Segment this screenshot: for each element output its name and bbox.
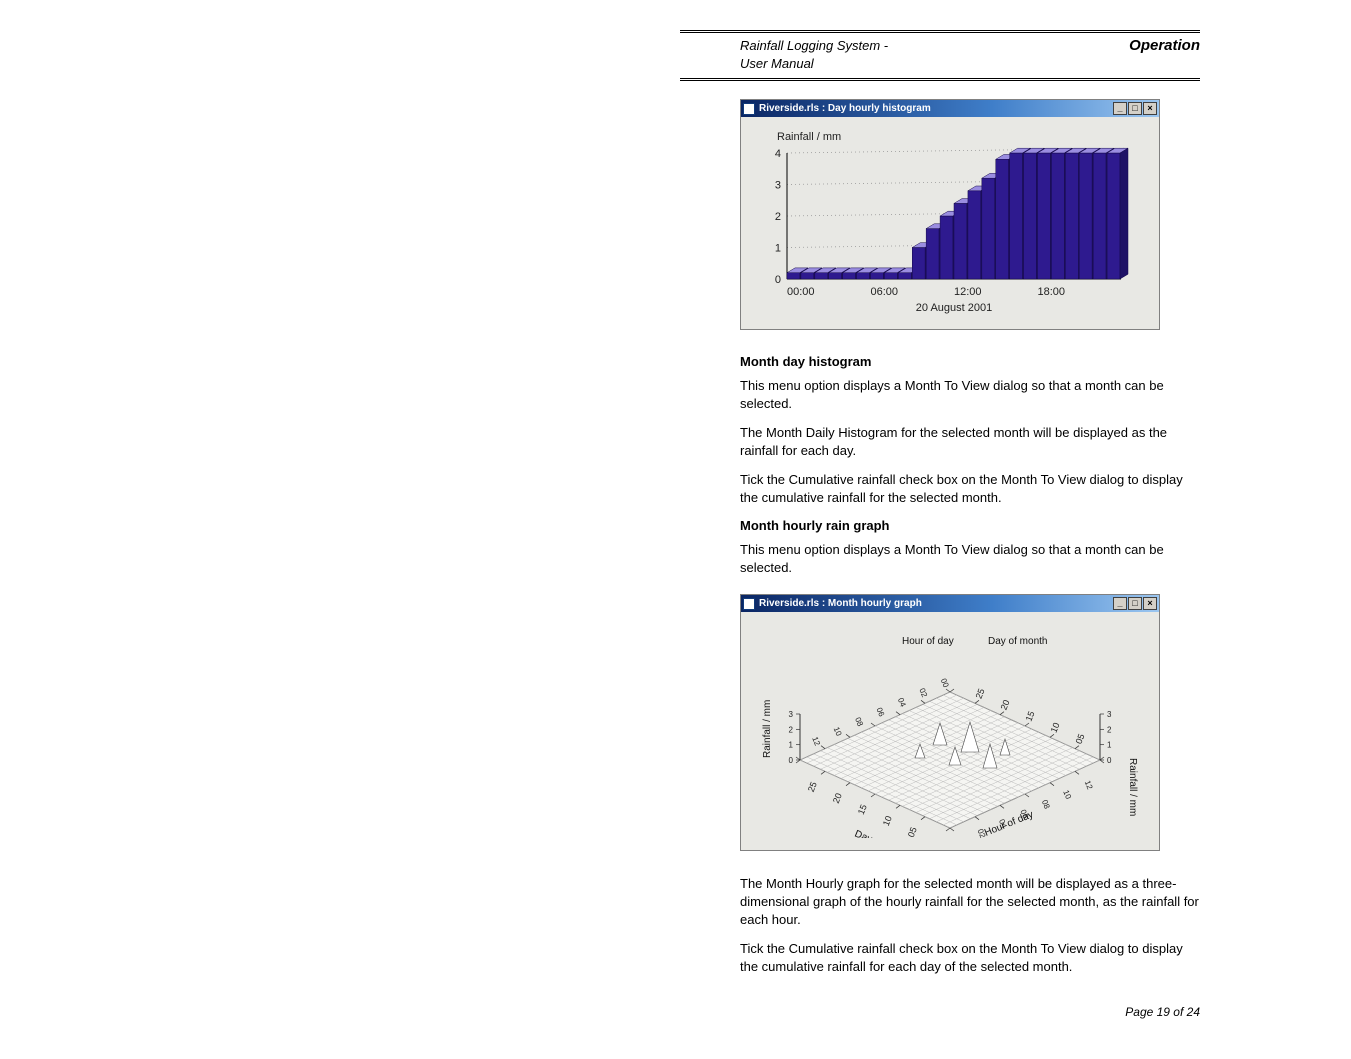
- svg-text:0: 0: [775, 274, 781, 286]
- svg-text:0: 0: [789, 756, 794, 765]
- svg-text:Hour of day: Hour of day: [902, 636, 954, 647]
- svg-text:Day of month: Day of month: [853, 829, 912, 838]
- svg-text:02: 02: [917, 687, 929, 699]
- svg-text:20: 20: [831, 792, 844, 805]
- svg-text:10: 10: [1061, 789, 1073, 801]
- body-text: Tick the Cumulative rainfall check box o…: [740, 940, 1200, 975]
- page-footer: Page 19 of 24: [740, 1005, 1200, 1019]
- section-heading-month-hourly-rain-graph: Month hourly rain graph: [740, 518, 1200, 533]
- header-doc-title: Rainfall Logging System - User Manual: [740, 37, 888, 72]
- svg-text:25: 25: [974, 688, 987, 701]
- header-bottom-rule: [680, 78, 1200, 81]
- svg-text:3: 3: [789, 710, 794, 719]
- window-app-icon: [743, 103, 755, 115]
- minimize-icon[interactable]: _: [1113, 102, 1127, 115]
- figure-month-hourly-graph: Riverside.rls : Month hourly graph _ □ ×…: [740, 594, 1200, 851]
- body-text: The Month Hourly graph for the selected …: [740, 875, 1200, 928]
- svg-text:Rainfall / mm: Rainfall / mm: [762, 700, 773, 758]
- maximize-icon[interactable]: □: [1128, 597, 1142, 610]
- svg-text:1: 1: [1107, 741, 1112, 750]
- bar-chart: 1 2 3 4 0 00:00 06:00 12:00 18:00 20 August 2001: [759, 147, 1141, 317]
- svg-text:20: 20: [999, 699, 1012, 712]
- svg-text:Day of month: Day of month: [988, 636, 1047, 647]
- svg-text:20 August 2001: 20 August 2001: [916, 302, 992, 314]
- window-titlebar: Riverside.rls : Month hourly graph _ □ ×: [741, 595, 1159, 612]
- maximize-icon[interactable]: □: [1128, 102, 1142, 115]
- window-title-text: Riverside.rls : Month hourly graph: [759, 598, 922, 609]
- svg-text:00:00: 00:00: [787, 286, 815, 298]
- svg-text:06:00: 06:00: [871, 286, 899, 298]
- svg-text:06: 06: [875, 707, 887, 719]
- svg-text:15: 15: [856, 803, 869, 816]
- close-icon[interactable]: ×: [1143, 102, 1157, 115]
- svg-text:00: 00: [954, 838, 966, 839]
- section-heading-month-day-histogram: Month day histogram: [740, 354, 1200, 369]
- header-section-title: Operation: [1129, 37, 1200, 54]
- body-text: The Month Daily Histogram for the select…: [740, 424, 1200, 459]
- svg-text:12: 12: [810, 736, 822, 748]
- svg-text:4: 4: [775, 148, 781, 160]
- svg-text:15: 15: [1024, 710, 1037, 723]
- svg-text:25: 25: [806, 781, 819, 794]
- svg-text:04: 04: [896, 697, 908, 709]
- svg-text:10: 10: [832, 726, 844, 738]
- svg-text:00: 00: [939, 678, 951, 690]
- window-titlebar: Riverside.rls : Day hourly histogram _ □…: [741, 100, 1159, 117]
- svg-text:12: 12: [1083, 780, 1095, 792]
- body-text: Tick the Cumulative rainfall check box o…: [740, 471, 1200, 506]
- svg-text:18:00: 18:00: [1038, 286, 1066, 298]
- body-text: This menu option displays a Month To Vie…: [740, 541, 1200, 576]
- svg-text:05: 05: [906, 826, 919, 838]
- window-app-icon: [743, 598, 755, 610]
- svg-text:1: 1: [775, 243, 781, 255]
- figure-day-hourly-histogram: Riverside.rls : Day hourly histogram _ □…: [740, 99, 1200, 330]
- svg-text:05: 05: [1074, 733, 1087, 746]
- svg-text:2: 2: [789, 726, 794, 735]
- svg-text:2: 2: [775, 211, 781, 223]
- svg-text:Rainfall / mm: Rainfall / mm: [1127, 758, 1138, 816]
- chart-y-axis-label: Rainfall / mm: [777, 131, 1141, 143]
- svg-text:1: 1: [789, 741, 794, 750]
- svg-text:08: 08: [1040, 799, 1052, 811]
- svg-text:12:00: 12:00: [954, 286, 982, 298]
- body-text: This menu option displays a Month To Vie…: [740, 377, 1200, 412]
- minimize-icon[interactable]: _: [1113, 597, 1127, 610]
- svg-text:08: 08: [853, 716, 865, 728]
- svg-text:3: 3: [775, 180, 781, 192]
- svg-text:2: 2: [1107, 726, 1112, 735]
- svg-text:0: 0: [1107, 756, 1112, 765]
- close-icon[interactable]: ×: [1143, 597, 1157, 610]
- window-title-text: Riverside.rls : Day hourly histogram: [759, 103, 931, 114]
- svg-text:10: 10: [1049, 722, 1062, 735]
- surface-3d-chart: 2525202015151010050500020406081012000204…: [751, 620, 1149, 838]
- svg-text:Hour of day: Hour of day: [983, 810, 1035, 839]
- svg-text:10: 10: [881, 815, 894, 828]
- svg-text:3: 3: [1107, 710, 1112, 719]
